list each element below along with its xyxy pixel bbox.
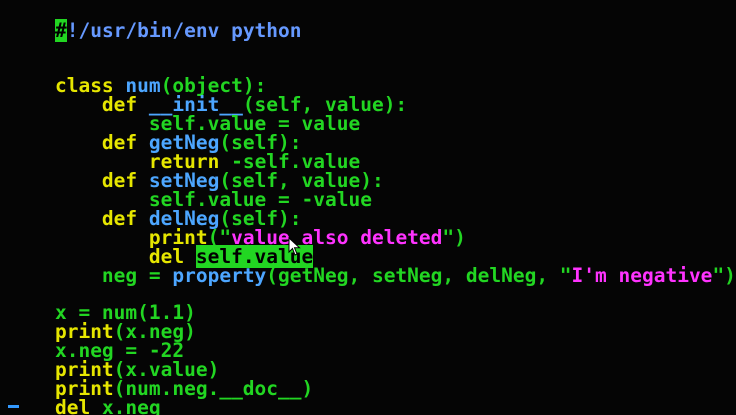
- code-line-16: print(x.neg): [54, 320, 196, 343]
- tilde-line-marker: [8, 405, 19, 408]
- code-line-6: def getNeg(self):: [54, 131, 302, 154]
- mouse-pointer-icon: [288, 237, 301, 256]
- code-line-8: def setNeg(self, value):: [54, 169, 384, 192]
- code-line-19: print(num.neg.__doc__): [54, 377, 314, 400]
- code-line-15: x = num(1.1): [54, 301, 196, 324]
- code-line-1: #!/usr/bin/env python: [8, 2, 302, 42]
- code-line-12: del self.value: [54, 245, 314, 268]
- text-cursor: #: [54, 19, 67, 42]
- code-line-17: x.neg = -22: [54, 339, 185, 362]
- shebang-text: !/usr/bin/env python: [66, 19, 302, 42]
- code-line-9: self.value = -value: [54, 188, 372, 211]
- code-line-3: class num(object):: [54, 74, 267, 97]
- terminal-window[interactable]: #!/usr/bin/env python class num(object):…: [0, 0, 736, 415]
- code-line-10: def delNeg(self):: [54, 207, 302, 230]
- code-line-13: neg = property(getNeg, setNeg, delNeg, "…: [54, 264, 736, 287]
- code-line-5: self.value = value: [54, 112, 361, 135]
- code-line-11: print("value also deleted"): [54, 226, 466, 249]
- code-line-7: return -self.value: [54, 150, 361, 173]
- code-line-18: print(x.value): [54, 358, 220, 381]
- code-line-20: del x.neg: [54, 396, 161, 415]
- code-line-4: def __init__(self, value):: [54, 93, 408, 116]
